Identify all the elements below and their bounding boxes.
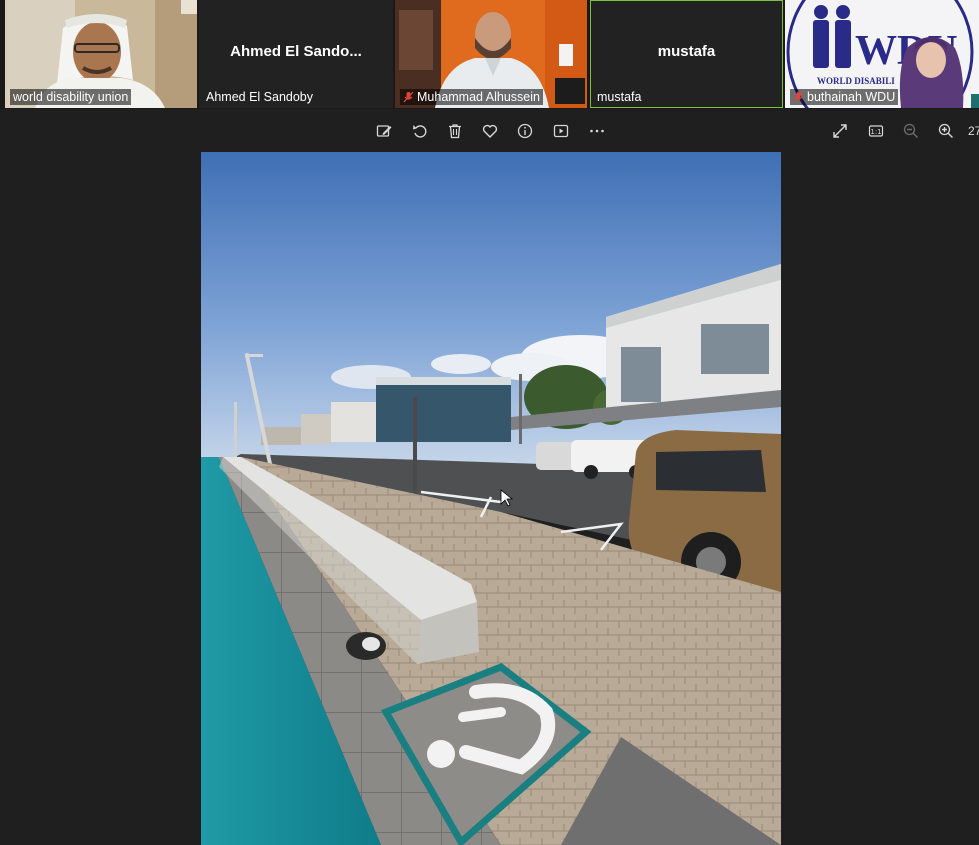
participant-tile-ahmed-el-sandoby[interactable]: Ahmed El Sando... Ahmed El Sandoby [199,0,393,108]
zoom-out-icon[interactable] [901,121,921,141]
photo-toolbar: 1:1 27 [0,114,979,148]
muted-mic-icon [403,91,414,103]
photo-image[interactable] [201,152,781,845]
rotate-icon[interactable] [410,121,430,141]
delete-icon[interactable] [445,121,465,141]
participant-display-name: Ahmed El Sando... [230,43,362,60]
participant-tile-muhammad-alhussein[interactable]: Muhammad Alhussein [395,0,587,108]
participant-name-label: Ahmed El Sandoby [206,90,314,104]
fullscreen-icon[interactable] [830,121,850,141]
participant-name-label: world disability union [10,89,132,105]
participant-tile-world-disability-union[interactable]: world disability union [5,0,197,108]
edit-icon[interactable] [374,121,394,141]
muted-mic-icon [793,91,804,103]
favorite-icon[interactable] [480,121,500,141]
zoom-percentage: 27 [968,124,979,138]
participant-tile-buthainah-wdu[interactable]: WDU WORLD DISABILI buthainah WDU [785,0,979,108]
participant-name-label: mustafa [597,90,642,104]
participant-name-label: Muhammad Alhussein [400,89,543,105]
zoom-in-icon[interactable] [936,121,956,141]
info-icon[interactable] [515,121,535,141]
actual-size-icon[interactable]: 1:1 [866,121,886,141]
participant-strip: world disability union Ahmed El Sando...… [0,0,979,109]
participant-tile-mustafa[interactable]: mustafa mustafa [590,0,783,108]
more-icon[interactable] [587,121,607,141]
logo-text: WORLD DISABILI [817,76,895,86]
slideshow-icon[interactable] [551,121,571,141]
participant-display-name: mustafa [657,43,716,60]
svg-text:1:1: 1:1 [870,128,881,136]
participant-name-label: buthainah WDU [790,89,899,105]
